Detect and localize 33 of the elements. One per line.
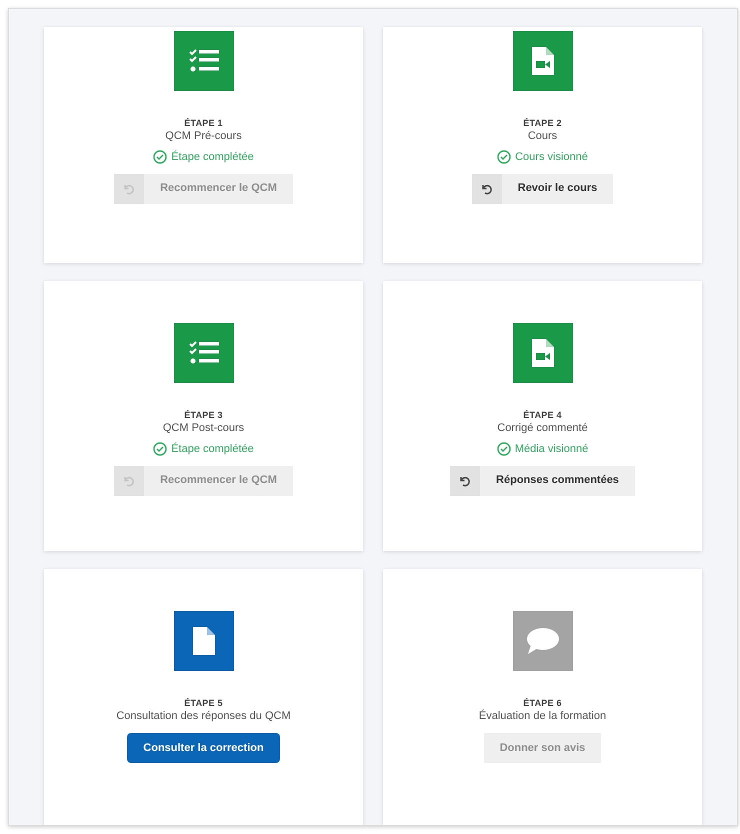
- undo-icon: [123, 474, 136, 486]
- step-label: ÉTAPE 3: [184, 409, 223, 421]
- check-circle-icon: [153, 150, 168, 164]
- check-circle-icon: [496, 442, 511, 456]
- step-label: ÉTAPE 6: [523, 697, 562, 709]
- step-title: Cours: [528, 129, 558, 143]
- step-title: Consultation des réponses du QCM: [116, 709, 291, 723]
- action-button[interactable]: Consulter la correction: [127, 733, 280, 763]
- document-icon: [192, 627, 214, 655]
- step-title: QCM Pré-cours: [165, 129, 242, 143]
- status-text: Média visionné: [514, 442, 588, 457]
- video-file-icon: [532, 47, 554, 75]
- step-title: QCM Post-cours: [162, 421, 244, 435]
- checklist-icon: [188, 340, 218, 366]
- restart-button[interactable]: Revoir le cours: [472, 174, 614, 204]
- checklist-icon: [188, 48, 218, 74]
- step-label: ÉTAPE 4: [523, 409, 562, 421]
- status-text: Étape complétée: [171, 150, 254, 165]
- undo-icon: [459, 474, 472, 486]
- step-label: ÉTAPE 5: [184, 697, 223, 709]
- step-title: Corrigé commenté: [497, 421, 588, 435]
- step-label: ÉTAPE 2: [523, 117, 562, 129]
- step-title: Évaluation de la formation: [478, 709, 606, 723]
- undo-icon: [123, 182, 136, 194]
- step-label: ÉTAPE 1: [184, 117, 223, 129]
- video-file-icon: [532, 339, 554, 367]
- undo-icon: [480, 182, 493, 194]
- restart-button[interactable]: Réponses commentées: [450, 466, 635, 496]
- check-circle-icon: [497, 150, 512, 164]
- check-circle-icon: [153, 442, 168, 456]
- speech-bubble-icon: [526, 627, 560, 655]
- status-text: Cours visionné: [515, 150, 588, 165]
- status-text: Étape complétée: [171, 442, 254, 457]
